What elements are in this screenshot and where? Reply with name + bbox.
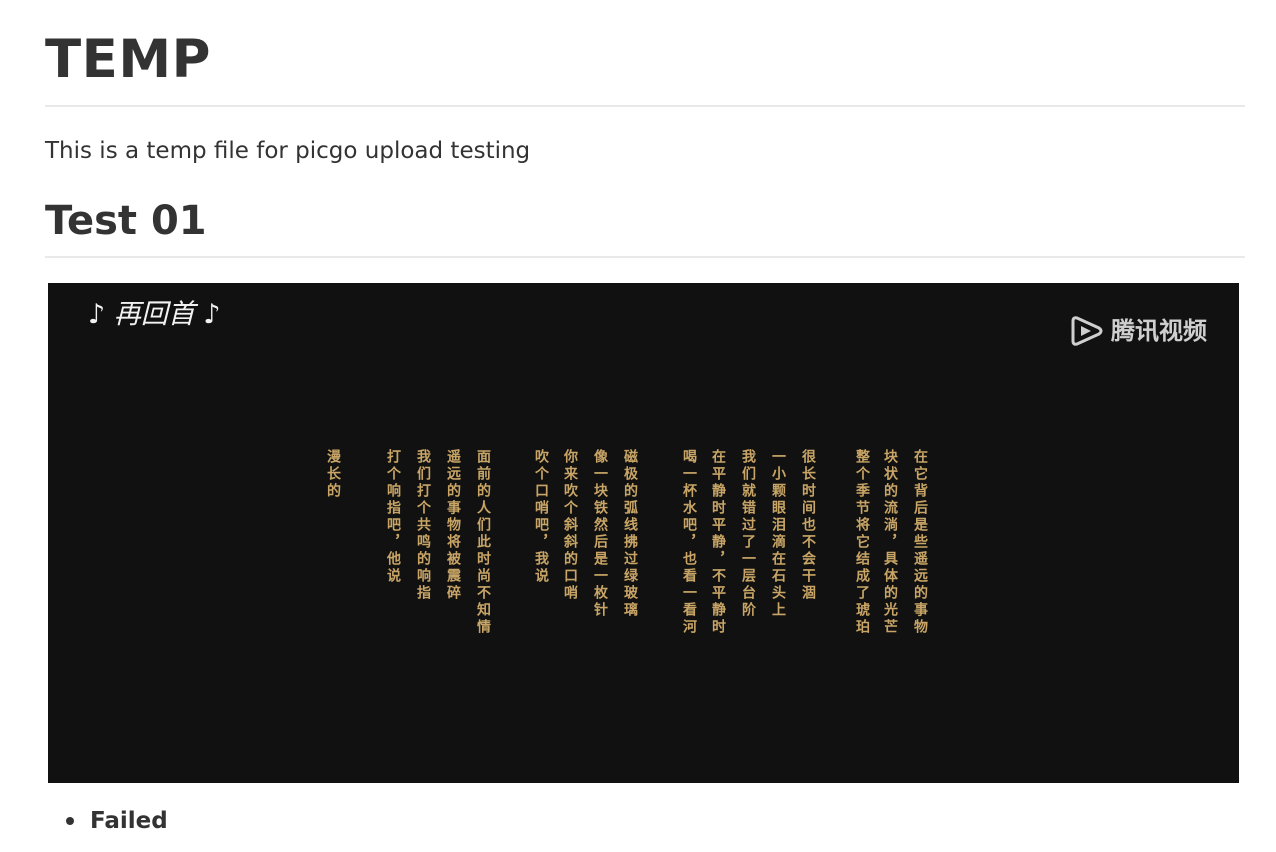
page-title: TEMP [45,29,211,90]
lyric-line: 吹个口哨吧，我说 [533,449,549,585]
lyric-line: 面前的人们此时尚不知情 [475,449,491,636]
list-item-text: Failed [90,808,168,834]
lyric-line: 遥远的事物将被震碎 [445,449,461,602]
song-title: ♪ 再回首 ♪ [88,299,221,330]
lyric-line: 在平静时平静，不平静时 [710,449,726,636]
lyric-line: 漫长的 [325,449,341,500]
lyric-line: 很长时间也不会干涸 [800,449,816,602]
lyrics-block: 在它背后是些遥远的事物 块状的流淌，具体的光芒 整个季节将它结成了琥珀 很长时间也不会… [48,449,1239,669]
lyric-line: 你来吹个斜斜的口哨 [562,449,578,602]
status-list: Failed [62,804,168,838]
lyric-line: 喝一杯水吧，也看一看河 [681,449,697,636]
lyric-line: 打个响指吧，他说 [385,449,401,585]
document-page: TEMP This is a temp file for picgo uploa… [0,0,1276,852]
watermark-text: 腾讯视频 [1111,317,1207,345]
tencent-video-logo-icon [1069,315,1105,347]
list-item: Failed [62,804,168,838]
lyric-line: 像一块铁然后是一枚针 [592,449,608,619]
section-divider [45,256,1245,258]
lyric-line: 整个季节将它结成了琥珀 [854,449,870,636]
title-divider [45,105,1245,107]
section-heading: Test 01 [45,198,207,244]
bullet-icon [66,817,74,825]
lyric-line: 一小颗眼泪滴在石头上 [770,449,786,619]
lyric-line: 我们就错过了一层台阶 [740,449,756,619]
tencent-video-watermark: 腾讯视频 [1069,313,1207,349]
lyric-line: 我们打个共鸣的响指 [415,449,431,602]
intro-paragraph: This is a temp file for picgo upload tes… [45,138,531,164]
lyric-line: 在它背后是些遥远的事物 [912,449,928,636]
video-frame-image: ♪ 再回首 ♪ 腾讯视频 在它背后是些遥远的事物 块状的流淌，具体的光芒 整个季节将… [48,283,1239,783]
lyric-line: 磁极的弧线拂过绿玻璃 [622,449,638,619]
lyric-line: 块状的流淌，具体的光芒 [882,449,898,636]
